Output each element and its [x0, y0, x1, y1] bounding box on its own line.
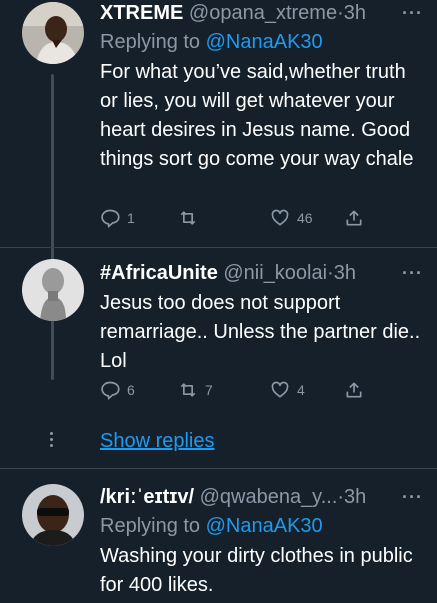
thread-dots	[49, 432, 55, 450]
retweet-icon	[180, 383, 196, 397]
user-handle[interactable]: @qwabena_y...	[200, 486, 338, 508]
share-icon	[346, 382, 362, 398]
divider	[0, 247, 437, 248]
avatar-xtreme[interactable]	[22, 2, 84, 64]
user-handle[interactable]: @opana_xtreme	[189, 2, 337, 24]
avatar-africaunite[interactable]	[22, 259, 84, 321]
tweet-header: #AfricaUnite @nii_koolai·3h ···	[100, 260, 427, 286]
replying-to: Replying to @NanaAK30	[100, 513, 427, 539]
reply-button[interactable]: 6	[100, 380, 135, 400]
retweet-icon	[180, 211, 196, 225]
user-handle[interactable]: @nii_koolai	[223, 262, 327, 284]
reply-count: 1	[127, 210, 135, 226]
retweet-button[interactable]	[178, 208, 205, 228]
like-icon	[271, 209, 289, 226]
replying-prefix: Replying to	[100, 515, 201, 537]
retweet-button[interactable]: 7	[178, 380, 213, 400]
reply-button[interactable]: 1	[100, 208, 135, 228]
separator: ·	[337, 2, 344, 24]
tweet-header: XTREME @opana_xtreme·3h ···	[100, 0, 427, 26]
share-button[interactable]	[344, 208, 364, 228]
like-button[interactable]: 46	[270, 208, 313, 228]
tweet-actions: 6 7 4	[100, 380, 400, 404]
share-button[interactable]	[344, 380, 364, 400]
timestamp[interactable]: 3h	[344, 2, 366, 24]
timestamp[interactable]: 3h	[344, 486, 366, 508]
like-button[interactable]: 4	[270, 380, 305, 400]
timestamp[interactable]: 3h	[334, 262, 356, 284]
tweet-3[interactable]: /kriːˈeɪtɪv/ @qwabena_y...·3h ··· Replyi…	[0, 476, 437, 603]
like-count: 46	[297, 210, 313, 226]
retweet-count: 7	[205, 382, 213, 398]
more-icon[interactable]: ···	[402, 260, 423, 286]
like-count: 4	[297, 382, 305, 398]
tweet-header: /kriːˈeɪtɪv/ @qwabena_y...·3h ···	[100, 484, 427, 510]
reply-feed: XTREME @opana_xtreme·3h ··· Replying to …	[0, 0, 437, 603]
mention-link[interactable]: @NanaAK30	[206, 515, 323, 537]
tweet-1[interactable]: XTREME @opana_xtreme·3h ··· Replying to …	[0, 0, 437, 380]
tweet-2[interactable]: #AfricaUnite @nii_koolai·3h ··· Jesus to…	[0, 255, 437, 415]
replying-to: Replying to @NanaAK30	[100, 29, 427, 55]
reply-count: 6	[127, 382, 135, 398]
display-name[interactable]: /kriːˈeɪtɪv/	[100, 486, 194, 508]
tweet-actions: 1 46	[100, 208, 400, 232]
tweet-text: For what you’ve said,whether truth or li…	[100, 61, 414, 170]
replying-prefix: Replying to	[100, 31, 201, 53]
display-name[interactable]: XTREME	[100, 2, 183, 24]
more-icon[interactable]: ···	[402, 0, 423, 26]
tweet-text: Washing your dirty clothes in public for…	[100, 545, 413, 596]
mention-link[interactable]: @NanaAK30	[206, 31, 323, 53]
share-icon	[346, 210, 362, 226]
separator: ·	[327, 262, 334, 284]
reply-icon	[101, 209, 120, 228]
reply-icon	[101, 381, 120, 400]
avatar-kriertv[interactable]	[22, 484, 84, 546]
show-replies-link[interactable]: Show replies	[100, 430, 215, 453]
divider	[0, 468, 437, 469]
like-icon	[271, 381, 289, 398]
tweet-text: Jesus too does not support remarriage.. …	[100, 292, 421, 372]
more-icon[interactable]: ···	[402, 484, 423, 510]
display-name[interactable]: #AfricaUnite	[100, 262, 218, 284]
